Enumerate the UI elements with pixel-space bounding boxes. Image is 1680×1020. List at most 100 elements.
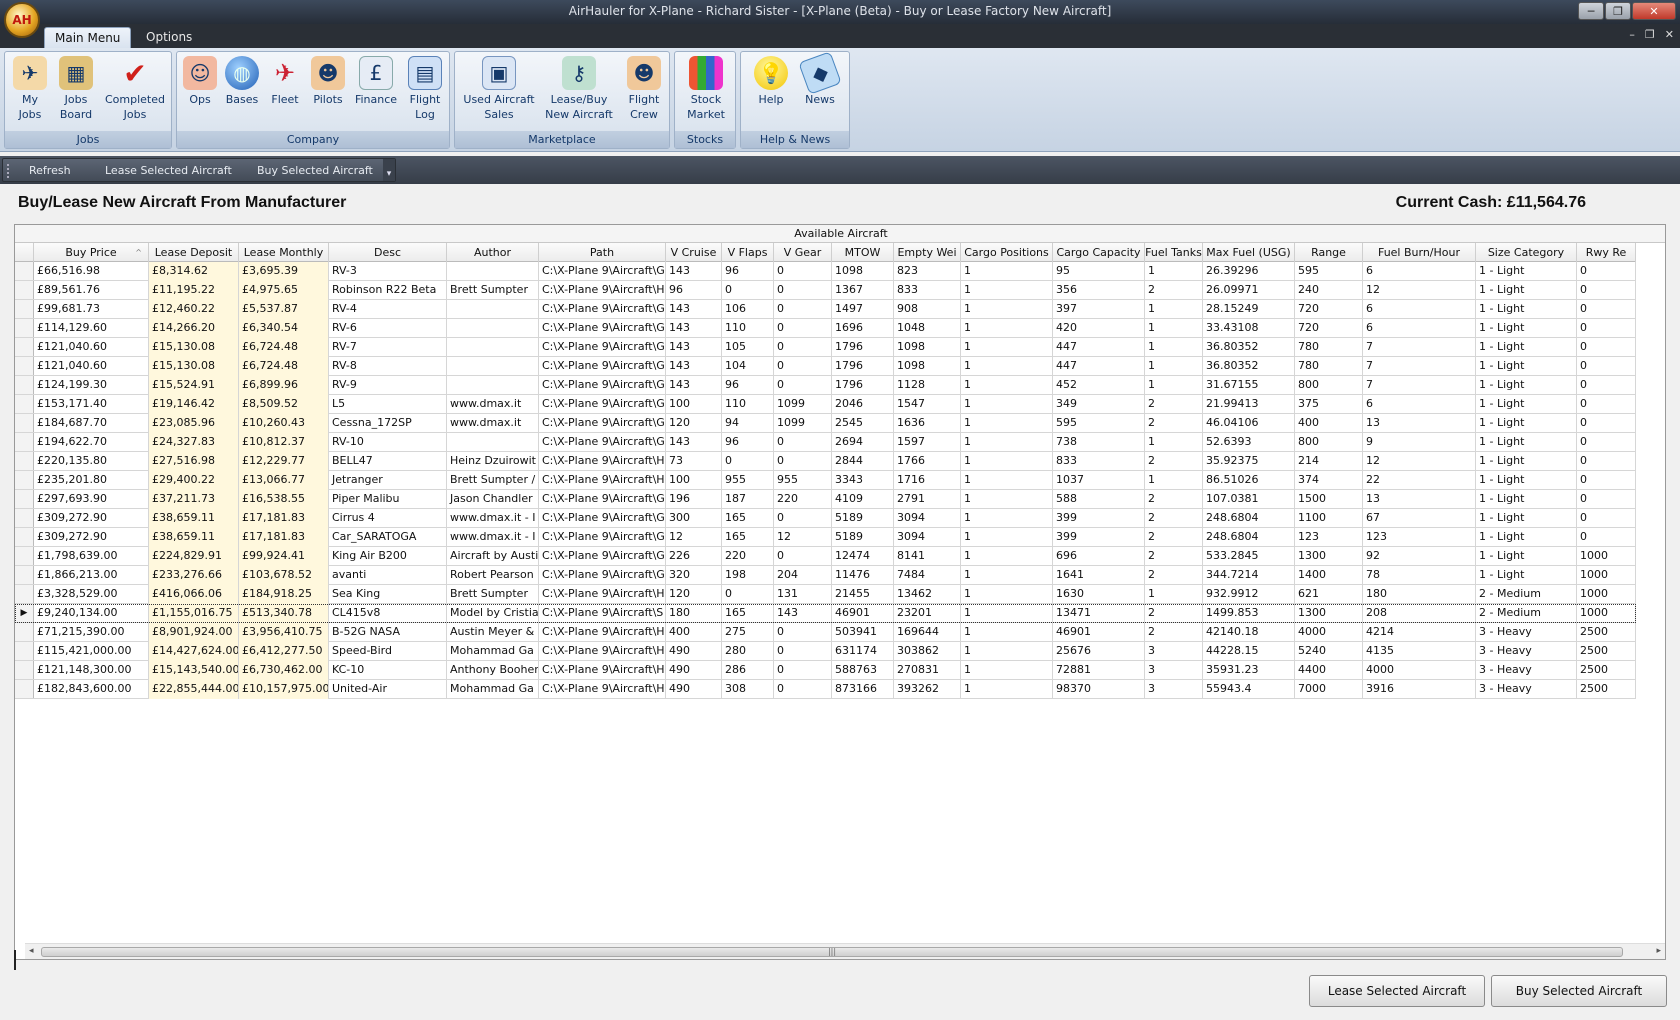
completed-jobs-button[interactable]: ✔ Completed Jobs (101, 56, 169, 122)
toolbar-overflow-icon[interactable]: ▾ (383, 159, 395, 181)
row-header[interactable] (15, 566, 34, 584)
bases-button[interactable]: ◍ Bases (221, 56, 263, 107)
app-orb-icon[interactable]: AH (4, 2, 40, 38)
table-row[interactable]: £153,171.40 £19,146.42 £8,509.52 L5 www.dmax… (15, 395, 1636, 414)
mdi-close-button[interactable]: ✕ (1665, 28, 1674, 41)
column-header[interactable]: Fuel Tanks (1145, 243, 1203, 262)
table-row[interactable]: £220,135.80 £27,516.98 £12,229.77 BELL47 Hei… (15, 452, 1636, 471)
row-header[interactable] (15, 338, 34, 356)
row-header[interactable] (15, 357, 34, 375)
flight-crew-button[interactable]: ☻ Flight Crew (621, 56, 667, 122)
table-row[interactable]: £1,866,213.00 £233,276.66 £103,678.52 avant… (15, 566, 1636, 585)
row-header[interactable] (15, 471, 34, 489)
table-row[interactable]: £66,516.98 £8,314.62 £3,695.39 RV-3 C:\X-Pla… (15, 262, 1636, 281)
lease-selected-aircraft-button[interactable]: Lease Selected Aircraft (1309, 975, 1485, 1007)
lease-buy-new-aircraft-button[interactable]: ⚷ Lease/Buy New Aircraft (541, 56, 617, 122)
row-header[interactable] (15, 547, 34, 565)
row-header[interactable] (15, 262, 34, 280)
table-row[interactable]: £71,215,390.00 £8,901,924.00 £3,956,410.75… (15, 623, 1636, 642)
table-row[interactable]: £182,843,600.00 £22,855,444.00 £10,157,975… (15, 680, 1636, 699)
row-header[interactable]: ▶ (15, 604, 34, 622)
table-row[interactable]: £121,148,300.00 £15,143,540.00 £6,730,462.… (15, 661, 1636, 680)
column-header[interactable]: Range (1295, 243, 1363, 262)
table-row[interactable]: £115,421,000.00 £14,427,624.00 £6,412,277.… (15, 642, 1636, 661)
scroll-left-icon[interactable]: ◂ (29, 946, 34, 956)
help-button[interactable]: 💡 Help (749, 56, 793, 107)
table-row[interactable]: ▶ £9,240,134.00 £1,155,016.75 £513,340.78 CL… (15, 604, 1636, 623)
flight-log-button[interactable]: ▤ Flight Log (403, 56, 447, 122)
window-restore-button[interactable]: ❐ (1605, 2, 1631, 20)
row-header[interactable] (15, 680, 34, 698)
column-header[interactable]: Max Fuel (USG) (1203, 243, 1295, 262)
table-row[interactable]: £3,328,529.00 £416,066.06 £184,918.25 Sea K… (15, 585, 1636, 604)
row-header[interactable] (15, 661, 34, 679)
column-header[interactable]: Cargo Positions (961, 243, 1053, 262)
row-header[interactable] (15, 528, 34, 546)
row-header[interactable] (15, 319, 34, 337)
fleet-button[interactable]: ✈ Fleet (265, 56, 305, 107)
column-header[interactable]: Path (539, 243, 666, 262)
column-header[interactable]: Lease Monthly (239, 243, 329, 262)
window-minimize-button[interactable]: ─ (1578, 2, 1604, 20)
table-row[interactable]: £309,272.90 £38,659.11 £17,181.83 Cirrus 4w… (15, 509, 1636, 528)
column-header[interactable]: Rwy Re (1577, 243, 1636, 262)
jobs-board-button[interactable]: ▦ Jobs Board (53, 56, 99, 122)
row-header[interactable] (15, 490, 34, 508)
pilots-button[interactable]: ☻ Pilots (307, 56, 349, 107)
column-header[interactable]: Empty Wei (894, 243, 961, 262)
toolbar-lease-button[interactable]: Lease Selected Aircraft (105, 164, 232, 177)
ops-button[interactable]: ☺ Ops (181, 56, 219, 107)
column-header[interactable]: Size Category (1476, 243, 1577, 262)
row-header[interactable] (15, 281, 34, 299)
table-row[interactable]: £184,687.70 £23,085.96 £10,260.43 Cessna_17… (15, 414, 1636, 433)
my-jobs-button[interactable]: ✈ My Jobs (9, 56, 51, 122)
table-row[interactable]: £99,681.73 £12,460.22 £5,537.87 RV-4 C:\X-Pl… (15, 300, 1636, 319)
used-aircraft-sales-button[interactable]: ▣ Used Aircraft Sales (459, 56, 539, 122)
row-header[interactable] (15, 414, 34, 432)
row-header[interactable] (15, 452, 34, 470)
row-header[interactable] (15, 585, 34, 603)
table-row[interactable]: £121,040.60 £15,130.08 £6,724.48 RV-8 C:\X-P… (15, 357, 1636, 376)
table-row[interactable]: £89,561.76 £11,195.22 £4,975.65 Robinson R2… (15, 281, 1636, 300)
column-header[interactable]: Cargo Capacity (1053, 243, 1145, 262)
column-header[interactable]: Author (447, 243, 539, 262)
column-header[interactable]: Desc (329, 243, 447, 262)
refresh-button[interactable]: Refresh (29, 164, 71, 177)
scroll-thumb[interactable]: ||| (41, 947, 1623, 957)
column-header[interactable]: Lease Deposit (149, 243, 239, 262)
column-header[interactable]: V Flaps (722, 243, 774, 262)
table-row[interactable]: £124,199.30 £15,524.91 £6,899.96 RV-9 C:\X-P… (15, 376, 1636, 395)
table-row[interactable]: £114,129.60 £14,266.20 £6,340.54 RV-6 C:\X-P… (15, 319, 1636, 338)
table-row[interactable]: £121,040.60 £15,130.08 £6,724.48 RV-7 C:\X-P… (15, 338, 1636, 357)
scroll-right-icon[interactable]: ▸ (1656, 946, 1661, 956)
column-header[interactable]: MTOW (832, 243, 894, 262)
table-row[interactable]: £1,798,639.00 £224,829.91 £99,924.41 King A… (15, 547, 1636, 566)
row-header[interactable] (15, 642, 34, 660)
toolbar-grip-icon[interactable] (7, 164, 10, 178)
window-close-button[interactable]: ✕ (1632, 2, 1676, 20)
column-header[interactable]: V Cruise (666, 243, 722, 262)
row-header[interactable] (15, 395, 34, 413)
table-row[interactable]: £309,272.90 £38,659.11 £17,181.83 Car_SARAT… (15, 528, 1636, 547)
column-header[interactable]: Fuel Burn/Hour (1363, 243, 1476, 262)
table-row[interactable]: £297,693.90 £37,211.73 £16,538.55 Piper Mal… (15, 490, 1636, 509)
column-header[interactable]: V Gear (774, 243, 832, 262)
row-header[interactable] (15, 376, 34, 394)
row-header[interactable] (15, 623, 34, 641)
buy-selected-aircraft-button[interactable]: Buy Selected Aircraft (1491, 975, 1667, 1007)
stock-market-button[interactable]: Stock Market (679, 56, 733, 122)
table-row[interactable]: £235,201.80 £29,400.22 £13,066.77 Jetranger… (15, 471, 1636, 490)
news-button[interactable]: ◆ News (797, 51, 843, 107)
column-header[interactable]: Buy Price ^ (34, 243, 149, 262)
tab-main-menu[interactable]: Main Menu (44, 27, 132, 48)
mdi-restore-button[interactable]: ❐ (1645, 28, 1655, 41)
row-header[interactable] (15, 433, 34, 451)
mdi-minimize-button[interactable]: – (1629, 28, 1635, 41)
available-aircraft-grid[interactable]: Available Aircraft Buy Price ^ Lease Depos… (14, 224, 1666, 960)
finance-button[interactable]: £ Finance (351, 56, 401, 107)
row-header[interactable] (15, 300, 34, 318)
tab-options[interactable]: Options (136, 27, 202, 48)
toolbar-buy-button[interactable]: Buy Selected Aircraft (257, 164, 373, 177)
row-header[interactable] (15, 509, 34, 527)
table-row[interactable]: £194,622.70 £24,327.83 £10,812.37 RV-10 C:\X… (15, 433, 1636, 452)
